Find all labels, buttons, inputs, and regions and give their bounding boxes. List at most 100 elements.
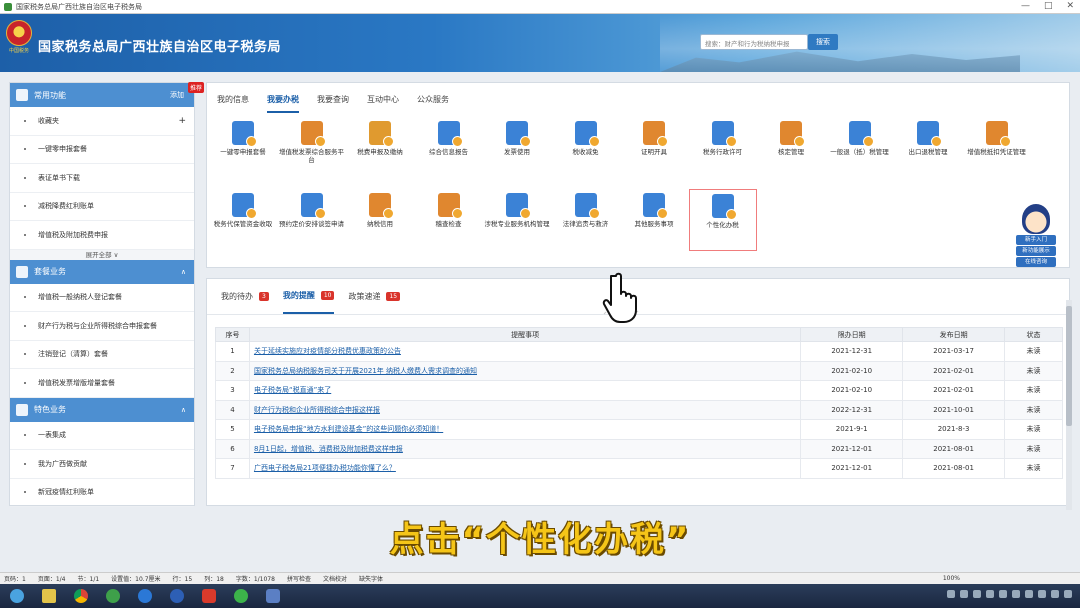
tile-invoice-use[interactable]: 发票使用 (483, 117, 551, 179)
tile-label: 证明开具 (641, 148, 667, 156)
add-favorite-button[interactable]: 添加 (170, 90, 184, 100)
sidebar-item-covid-bill[interactable]: 新冠疫情红利账单 (10, 479, 194, 507)
reminder-link[interactable]: 关于延续实施应对疫情部分税费优惠政策的公告 (248, 341, 802, 362)
browser-icon[interactable] (100, 586, 126, 606)
tile-label: 增值税发票综合服务平台 (279, 148, 344, 164)
tile-export-refund[interactable]: 出口退税管理 (894, 117, 962, 179)
tile-invoice-platform[interactable]: 增值税发票综合服务平台 (278, 117, 346, 179)
reminder-link[interactable]: 电子税务局“税直通”来了 (248, 380, 802, 401)
tile-legal-remedy[interactable]: 法律追责与救济 (552, 189, 620, 251)
tile-admin-license[interactable]: 税务行政许可 (689, 117, 757, 179)
recommend-badge: 推荐 (187, 82, 204, 93)
assessment-icon (780, 121, 805, 147)
tile-other-services[interactable]: 其他服务事项 (620, 189, 688, 251)
sidebar-item-vat-register[interactable]: 增值税一般纳税人登记套餐 (10, 284, 194, 312)
close-button[interactable]: ✕ (1066, 1, 1074, 11)
reminder-link[interactable]: 电子税务局申报“地方水利建设基金”的这些问题你必须知道！ (248, 419, 802, 440)
ie-icon[interactable] (132, 586, 158, 606)
sidebar-item-one-form[interactable]: 一表集成 (10, 422, 194, 450)
table-row[interactable]: 5 电子税务局申报“地方水利建设基金”的这些问题你必须知道！ 2021-9-1 202… (215, 419, 1063, 440)
table-cell: 2 (215, 360, 250, 381)
sidebar-item-invoice-increase[interactable]: 增值税发票增版增量套餐 (10, 369, 194, 398)
tile-tax-relief[interactable]: 税收减免 (552, 117, 620, 179)
sidebar-item-vat-declare[interactable]: 增值税及附加税费申报 (10, 221, 194, 250)
collapse-icon[interactable]: ∧ (181, 268, 186, 276)
tax-relief-icon (574, 121, 600, 147)
tile-zero-declare[interactable]: 一键零申报套餐 (209, 117, 277, 179)
tab-tax-handling[interactable]: 我要办税 (267, 94, 299, 113)
vertical-scrollbar[interactable] (1066, 300, 1072, 510)
reminder-link[interactable]: 财产行为税和企业所得税综合申报这样报 (248, 399, 802, 420)
table-row[interactable]: 4 财产行为税和企业所得税综合申报这样报 2022-12-31 2021-10-01 未… (215, 399, 1063, 420)
file-explorer-icon[interactable] (36, 586, 62, 606)
tab-public-service[interactable]: 公众服务 (417, 94, 449, 113)
tile-agency-management[interactable]: 涉税专业服务机构管理 (483, 189, 551, 251)
app-icon[interactable] (260, 586, 286, 606)
tile-info-report[interactable]: 综合信息报告 (415, 117, 483, 179)
search-button[interactable]: 搜索 (808, 34, 838, 50)
other-services-icon (643, 193, 668, 219)
expand-all-button[interactable]: 展开全部 ∨ (10, 249, 194, 260)
tile-vat-deduction[interactable]: 增值税抵扣凭证管理 (963, 117, 1031, 179)
wechat-icon[interactable] (228, 586, 254, 606)
tab-my-info[interactable]: 我的信息 (217, 94, 249, 113)
media-icon[interactable] (164, 586, 190, 606)
sidebar-item-deregister[interactable]: 注销登记（清算）套餐 (10, 341, 194, 369)
main-tabs: 我的信息 我要办税 我要查询 互动中心 公众服务 (207, 83, 1069, 113)
table-cell: 4 (215, 399, 250, 420)
table-cell: 未读 (1004, 458, 1063, 479)
tile-tax-pay[interactable]: 税费申报及缴纳 (346, 117, 414, 179)
sidebar-item-zero-declare[interactable]: 一键零申报套餐 (10, 136, 194, 164)
table-row[interactable]: 7 广西电子税务局21项便捷办税功能你懂了么？ 2021-12-01 2021-08-… (215, 458, 1063, 479)
sidebar-item-contribute[interactable]: 我为广西做贡献 (10, 450, 194, 479)
sidebar-item-favorites[interactable]: 收藏夹 + (10, 107, 194, 136)
tile-label: 涉税专业服务机构管理 (484, 220, 550, 228)
sidebar-item-form-download[interactable]: 表证单书下载 (10, 164, 194, 193)
pricing-agreement-icon (300, 193, 326, 219)
start-button[interactable] (4, 586, 30, 606)
tile-tax-credit[interactable]: 纳税信用 (346, 189, 414, 251)
reminder-table: 序号 提醒事项 限办日期 发布日期 状态 1 关于延续实施应对疫情部分税费优惠政策… (215, 327, 1063, 479)
online-consult-button[interactable]: 在线咨询 (1016, 257, 1056, 267)
tile-certificate[interactable]: 证明开具 (620, 117, 688, 179)
tab-query[interactable]: 我要查询 (317, 94, 349, 113)
assistant-mascot[interactable]: 新手入门 新功能展示 在线咨询 (1014, 204, 1058, 276)
section-common-functions[interactable]: 常用功能 添加 推荐 (10, 82, 204, 107)
table-row[interactable]: 1 关于延续实施应对疫情部分税费优惠政策的公告 2021-12-31 2021-03-… (215, 341, 1063, 362)
table-cell: 2021-02-10 (800, 380, 904, 401)
tab-my-reminder[interactable]: 我的提醒 10 (282, 279, 335, 314)
table-cell: 2022-12-31 (800, 399, 904, 420)
chrome-icon[interactable] (68, 586, 94, 606)
tile-personalized-tax[interactable]: 个性化办税 (688, 189, 757, 251)
tile-inspection[interactable]: 稽查检查 (415, 189, 483, 251)
sidebar-item-tax-bill[interactable]: 减税降费红利账单 (10, 193, 194, 221)
tile-assessment[interactable]: 核定管理 (757, 117, 825, 179)
search-input[interactable]: 搜索：财产和行为税纳税申报 (700, 34, 808, 50)
tab-policy-express[interactable]: 政策速递 15 (348, 279, 401, 314)
zoom-level[interactable]: 100% (943, 575, 960, 582)
table-row[interactable]: 2 国家税务总局纳税服务司关于开展2021年 纳税人缴费人需求调查的通知 2021-… (215, 360, 1063, 381)
collapse-icon[interactable]: ∧ (181, 406, 186, 414)
tile-label: 纳税信用 (367, 220, 393, 228)
reminder-link[interactable]: 8月1日起，增值税、消费税及附加税费这样申报 (248, 438, 802, 459)
table-row[interactable]: 6 8月1日起，增值税、消费税及附加税费这样申报 2021-12-01 2021-08… (215, 438, 1063, 459)
maximize-button[interactable]: □ (1044, 1, 1053, 11)
tab-interaction[interactable]: 互动中心 (367, 94, 399, 113)
hand-pointer-icon (602, 272, 639, 323)
plus-icon[interactable]: + (178, 116, 186, 126)
tab-my-todo[interactable]: 我的待办 3 (221, 279, 269, 314)
col-status: 状态 (1004, 327, 1063, 342)
reminder-link[interactable]: 国家税务总局纳税服务司关于开展2021年 纳税人缴费人需求调查的通知 (248, 360, 802, 381)
tile-tax-refund[interactable]: 一般退（抵）税管理 (826, 117, 894, 179)
section-package-business[interactable]: 套餐业务 ∧ (10, 259, 194, 284)
table-row[interactable]: 3 电子税务局“税直通”来了 2021-02-10 2021-02-01 未读 (215, 380, 1063, 401)
minimize-button[interactable]: — (1021, 1, 1030, 11)
beginner-guide-button[interactable]: 新手入门 (1016, 235, 1056, 245)
section-special-business[interactable]: 特色业务 ∧ (10, 397, 194, 422)
new-feature-button[interactable]: 新功能展示 (1016, 246, 1056, 256)
wps-icon[interactable] (196, 586, 222, 606)
tile-fund-custody[interactable]: 税务代保管资金收取 (209, 189, 277, 251)
sidebar-item-combined-declare[interactable]: 财产行为税与企业所得税综合申报套餐 (10, 312, 194, 341)
reminder-link[interactable]: 广西电子税务局21项便捷办税功能你懂了么？ (248, 458, 802, 479)
tile-pricing-agreement[interactable]: 预约定价安排谈签申请 (278, 189, 346, 251)
